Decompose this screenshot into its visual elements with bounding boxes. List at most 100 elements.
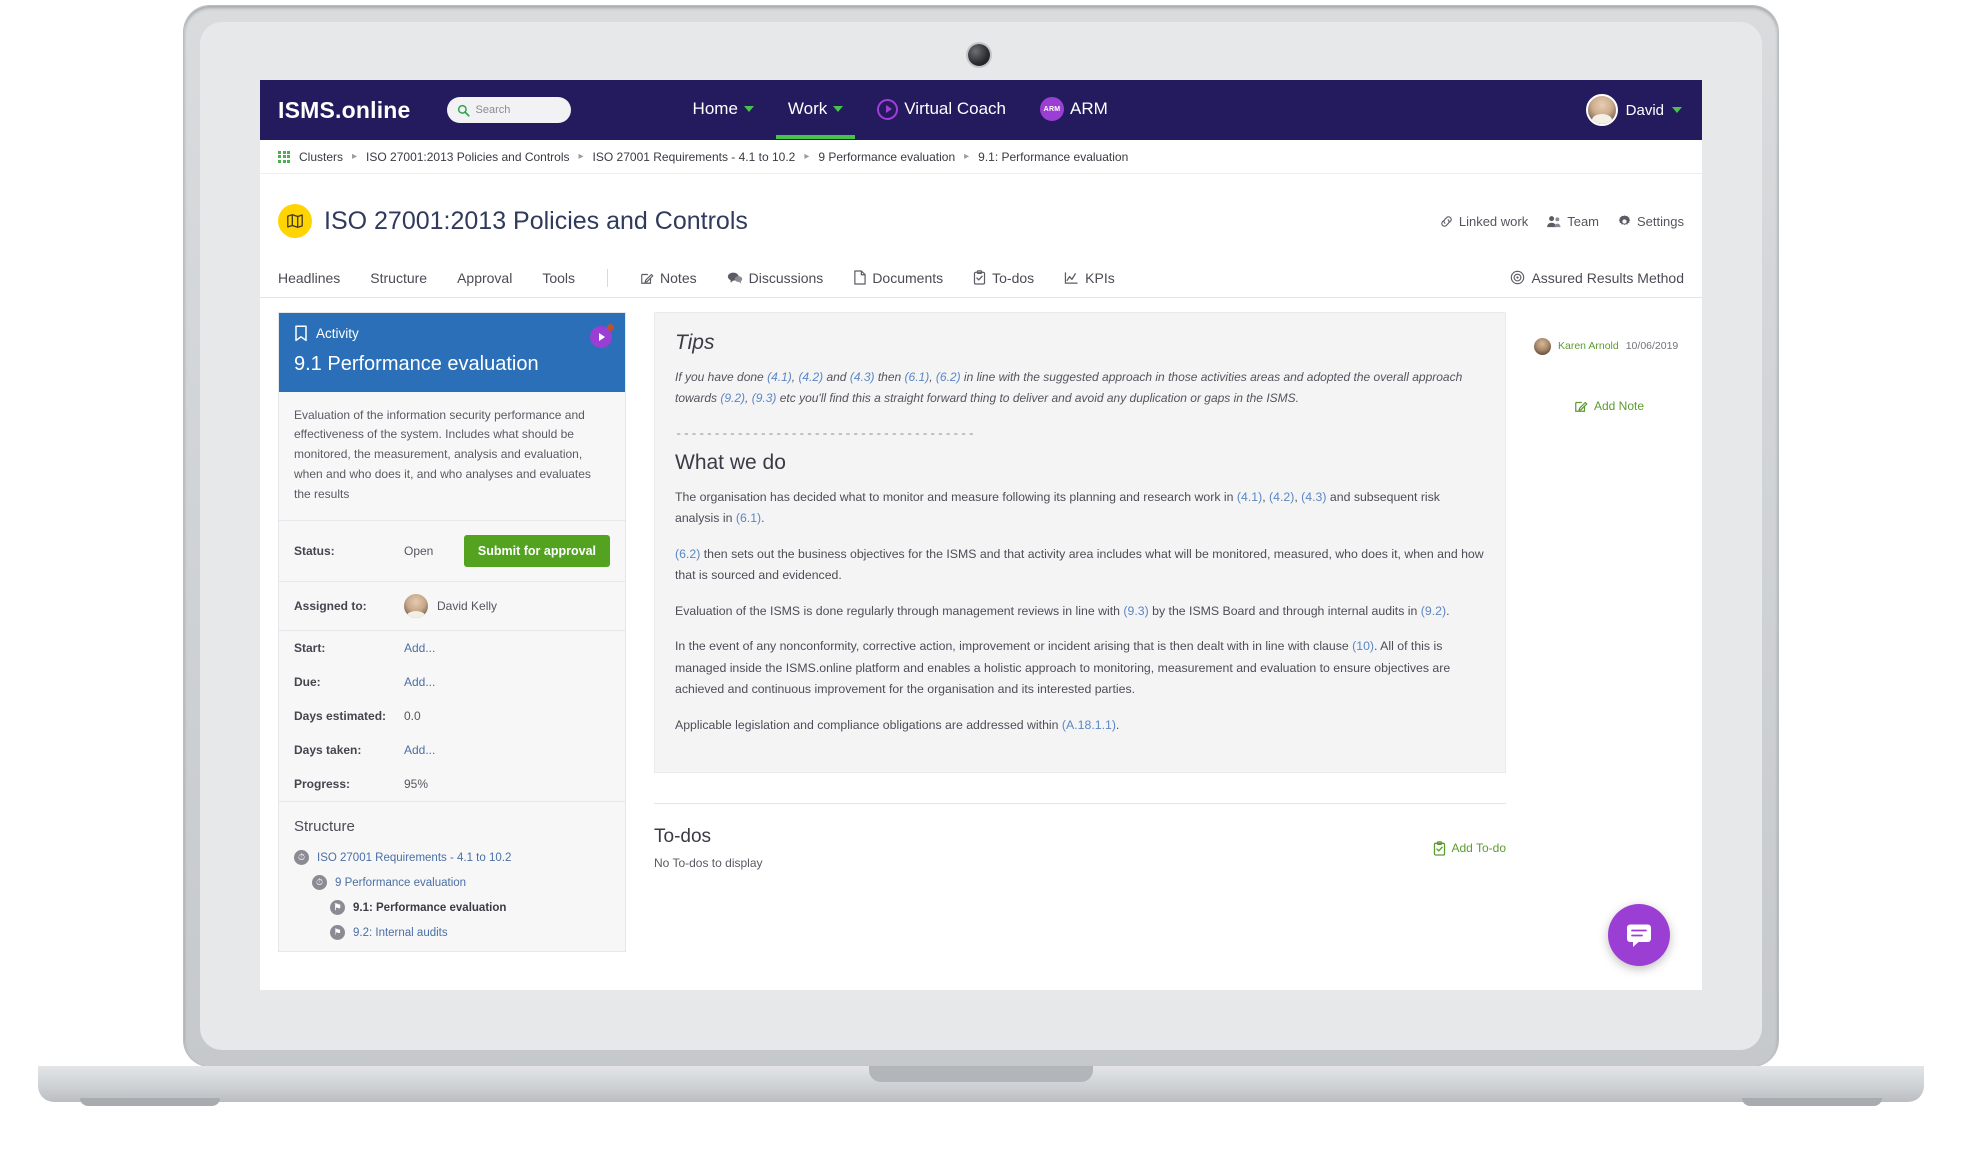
breadcrumb-separator: ▸ [804,151,810,162]
laptop-base-notch [869,1066,1093,1082]
user-menu[interactable]: David [1585,94,1702,126]
tree-item-9-performance-evaluation[interactable]: ⏱ 9 Performance evaluation [312,870,610,895]
start-add-link[interactable]: Add... [404,641,435,655]
clause-reference-link[interactable]: (6.1) [905,370,930,384]
days-taken-add-link[interactable]: Add... [404,743,435,757]
tree-item-9-1-performance-evaluation[interactable]: ⚑ 9.1: Performance evaluation [330,895,610,920]
due-label: Due: [294,675,321,690]
clause-reference-link[interactable]: (6.2) [936,370,961,384]
breadcrumb-item-0[interactable]: Clusters [299,150,343,164]
tab-documents[interactable]: Documents [853,270,943,286]
settings-button[interactable]: Settings [1617,214,1684,229]
nav-item-arm[interactable]: ARM ARM [1038,80,1110,141]
clause-reference-link[interactable]: (4.1) [1237,490,1262,504]
chat-bubble-icon[interactable] [1608,904,1670,966]
clause-reference-link[interactable]: (6.2) [675,547,700,561]
tab-kpis[interactable]: KPIs [1064,270,1115,286]
avatar [404,594,428,619]
submit-for-approval-button[interactable]: Submit for approval [463,535,610,568]
target-icon [1511,270,1525,285]
assigned-to-value: David Kelly [437,599,498,614]
breadcrumb-item-3[interactable]: 9 Performance evaluation [818,150,955,164]
breadcrumb-item-4[interactable]: 9.1: Performance evaluation [978,150,1128,164]
clause-reference-link[interactable]: (A.18.1.1) [1062,718,1116,732]
clusters-grid-icon [278,150,290,163]
tree-item-label: 9.1: Performance evaluation [353,901,507,914]
activity-card-header: Activity 9.1 Performance evaluation [279,312,625,392]
due-add-link[interactable]: Add... [404,675,435,689]
team-button[interactable]: Team [1546,214,1599,229]
note-item[interactable]: Karen Arnold 10/06/2019 [1534,337,1684,355]
clause-reference-link[interactable]: (4.1) [767,370,792,384]
tab-structure[interactable]: Structure [370,270,427,286]
pencil-square-icon [1575,401,1588,412]
status-label: Status: [294,544,335,559]
search-placeholder: Search [475,104,511,116]
laptop-foot-left [80,1098,220,1106]
start-label: Start: [294,641,326,656]
text-run: , [745,390,752,405]
breadcrumb-item-2[interactable]: ISO 27001 Requirements - 4.1 to 10.2 [593,150,796,164]
clause-reference-link[interactable]: (10) [1352,639,1374,653]
assigned-to-row: Assigned to: David Kelly [279,582,625,632]
clause-reference-link[interactable]: (9.2) [1421,604,1446,618]
page-title: ISO 27001:2013 Policies and Controls [324,206,748,235]
section-divider: --------------------------------------- [675,426,976,441]
notes-sidebar: Karen Arnold 10/06/2019 Add Note [1534,312,1684,953]
tab-headlines[interactable]: Headlines [278,270,340,286]
progress-row: Progress: 95% [279,767,625,801]
status-badge: Open [404,544,434,559]
nav-item-virtual-coach[interactable]: Virtual Coach [875,81,1008,140]
play-circle-icon [877,98,899,120]
what-we-do-paragraph: The organisation has decided what to mon… [675,487,1485,530]
what-we-do-body: The organisation has decided what to mon… [675,487,1485,737]
clause-reference-link[interactable]: (4.3) [850,370,875,384]
activity-card: Activity 9.1 Performance evaluation Eval… [278,311,626,953]
assured-results-method-button[interactable]: Assured Results Method [1510,270,1684,286]
add-todo-button[interactable]: Add To-do [1433,826,1507,870]
add-note-button[interactable]: Add Note [1534,399,1684,413]
clock-icon: ⏱ [294,850,309,866]
avatar [1585,94,1618,126]
clock-icon: ⏱ [312,875,327,891]
clause-reference-link[interactable]: (4.3) [1301,490,1326,504]
clause-reference-link[interactable]: (9.3) [752,391,777,405]
tab-label: KPIs [1085,269,1115,286]
what-we-do-paragraph: In the event of any nonconformity, corre… [675,636,1485,701]
nav-item-home[interactable]: Home [691,81,756,139]
clause-reference-link[interactable]: (4.2) [798,370,823,384]
tab-todos[interactable]: To-dos [973,270,1034,286]
browser-screen: ISMS.online Search Home Work Virtual Coa… [260,80,1702,990]
activity-label: Activity [316,325,359,341]
text-run: then sets out the business objectives fo… [675,546,1484,583]
tab-notes[interactable]: Notes [640,270,697,286]
virtual-coach-icon[interactable] [590,323,614,348]
structure-section: Structure ⏱ ISO 27001 Requirements - 4.1… [279,801,625,951]
laptop-mockup: ISMS.online Search Home Work Virtual Coa… [0,0,1962,1154]
clause-reference-link[interactable]: (4.2) [1269,490,1294,504]
tree-item-9-2-internal-audits[interactable]: ⚑ 9.2: Internal audits [330,920,610,945]
nav-item-work[interactable]: Work [775,81,856,139]
brand-logo[interactable]: ISMS.online [278,97,411,124]
clause-reference-link[interactable]: (6.1) [736,511,761,525]
search-icon [457,104,470,117]
breadcrumb-separator: ▸ [578,151,584,162]
chevron-down-icon [833,106,844,112]
days-taken-row: Days taken: Add... [279,733,625,767]
tab-label: Notes [660,269,697,286]
search-input[interactable]: Search [446,97,571,123]
tree-item-iso-requirements[interactable]: ⏱ ISO 27001 Requirements - 4.1 to 10.2 [294,845,610,870]
linked-work-button[interactable]: Linked work [1439,214,1528,229]
bookmark-circle-icon: ⚑ [330,925,345,941]
activity-description: Evaluation of the information security p… [279,392,625,522]
webcam-icon [968,44,990,66]
note-author: Karen Arnold [1558,340,1619,352]
status-row: Status: Open Submit for approval [279,521,625,583]
clause-reference-link[interactable]: (9.2) [720,391,745,405]
tab-approval[interactable]: Approval [457,270,512,286]
breadcrumb-item-1[interactable]: ISO 27001:2013 Policies and Controls [366,150,569,164]
tab-discussions[interactable]: Discussions [727,270,823,286]
clause-reference-link[interactable]: (9.3) [1123,604,1148,618]
add-todo-label: Add To-do [1451,841,1507,856]
tab-tools[interactable]: Tools [542,270,575,286]
